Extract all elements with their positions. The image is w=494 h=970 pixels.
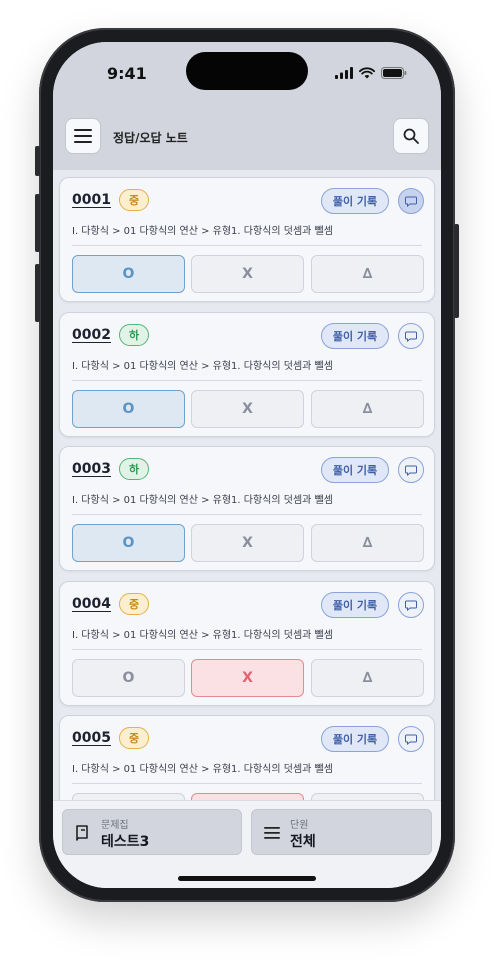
- option-wrong[interactable]: X: [191, 255, 304, 293]
- menu-button[interactable]: [65, 118, 101, 154]
- unit-label: 단원: [290, 820, 309, 831]
- chat-bubble-icon: [405, 600, 417, 611]
- option-partial[interactable]: ∆: [311, 255, 424, 293]
- power-button: [454, 224, 459, 318]
- option-wrong[interactable]: X: [191, 659, 304, 697]
- difficulty-badge: 중: [119, 727, 149, 749]
- app-header: 정답/오답 노트: [53, 112, 441, 170]
- option-wrong[interactable]: X: [191, 524, 304, 562]
- difficulty-badge: 하: [119, 324, 149, 346]
- unit-path: I. 다항식 > 01 다항식의 연산 > 유형1. 다항식의 덧셈과 뺄셈: [72, 361, 333, 372]
- chat-bubble-icon: [405, 734, 417, 745]
- option-wrong[interactable]: X: [191, 390, 304, 428]
- option-correct[interactable]: O: [72, 793, 185, 800]
- unit-selector[interactable]: 단원 전체: [251, 809, 432, 855]
- answer-options: O X ∆: [72, 793, 424, 800]
- answer-options: O X ∆: [72, 659, 424, 697]
- battery-icon: [381, 67, 407, 79]
- page-title: 정답/오답 노트: [113, 131, 188, 145]
- volume-up-button: [35, 194, 40, 252]
- record-button[interactable]: 풀이 기록: [321, 592, 389, 618]
- status-time: 9:41: [107, 64, 147, 83]
- dynamic-island: [186, 52, 308, 90]
- option-partial[interactable]: ∆: [311, 659, 424, 697]
- status-icons: [335, 67, 407, 79]
- question-number[interactable]: 0001: [72, 192, 111, 208]
- home-indicator[interactable]: [178, 876, 316, 881]
- workbook-selector[interactable]: 문제집 테스트3: [62, 809, 242, 855]
- workbook-label: 문제집: [101, 820, 129, 831]
- note-card: 0001 중 풀이 기록 I. 다항식 > 01 다항식의 연산 > 유형1. …: [59, 177, 435, 302]
- answer-options: O X ∆: [72, 524, 424, 562]
- phone-frame: 9:41 정답/오답 노트 0001 중 풀이 기록 I. 다항식 > 01 다…: [35, 28, 459, 902]
- question-number[interactable]: 0003: [72, 461, 111, 477]
- unit-path: I. 다항식 > 01 다항식의 연산 > 유형1. 다항식의 덧셈과 뺄셈: [72, 630, 333, 641]
- book-icon: [76, 825, 88, 841]
- signal-icon: [335, 67, 353, 79]
- divider: [72, 514, 422, 515]
- bottom-filter-bar: 문제집 테스트3 단원 전체: [53, 800, 441, 888]
- question-number[interactable]: 0002: [72, 327, 111, 343]
- difficulty-badge: 중: [119, 593, 149, 615]
- note-card: 0005 중 풀이 기록 I. 다항식 > 01 다항식의 연산 > 유형1. …: [59, 715, 435, 800]
- wifi-icon: [359, 67, 375, 79]
- divider: [72, 380, 422, 381]
- divider: [72, 245, 422, 246]
- record-button[interactable]: 풀이 기록: [321, 188, 389, 214]
- search-button[interactable]: [393, 118, 429, 154]
- question-number[interactable]: 0004: [72, 596, 111, 612]
- memo-button[interactable]: [398, 188, 424, 214]
- search-icon: [403, 128, 419, 144]
- memo-button[interactable]: [398, 323, 424, 349]
- record-button[interactable]: 풀이 기록: [321, 457, 389, 483]
- difficulty-badge: 하: [119, 458, 149, 480]
- option-partial[interactable]: ∆: [311, 793, 424, 800]
- unit-path: I. 다항식 > 01 다항식의 연산 > 유형1. 다항식의 덧셈과 뺄셈: [72, 226, 333, 237]
- note-card: 0004 중 풀이 기록 I. 다항식 > 01 다항식의 연산 > 유형1. …: [59, 581, 435, 706]
- note-list[interactable]: 0001 중 풀이 기록 I. 다항식 > 01 다항식의 연산 > 유형1. …: [53, 170, 441, 800]
- question-number[interactable]: 0005: [72, 730, 111, 746]
- screen: 9:41 정답/오답 노트 0001 중 풀이 기록 I. 다항식 > 01 다…: [53, 42, 441, 888]
- side-button: [35, 146, 40, 176]
- option-wrong[interactable]: X: [191, 793, 304, 800]
- option-partial[interactable]: ∆: [311, 524, 424, 562]
- volume-down-button: [35, 264, 40, 322]
- memo-button[interactable]: [398, 726, 424, 752]
- record-button[interactable]: 풀이 기록: [321, 323, 389, 349]
- note-card: 0003 하 풀이 기록 I. 다항식 > 01 다항식의 연산 > 유형1. …: [59, 446, 435, 571]
- status-bar: 9:41: [53, 42, 441, 112]
- note-card: 0002 하 풀이 기록 I. 다항식 > 01 다항식의 연산 > 유형1. …: [59, 312, 435, 437]
- workbook-value: 테스트3: [101, 834, 150, 850]
- option-correct[interactable]: O: [72, 659, 185, 697]
- divider: [72, 783, 422, 784]
- option-correct[interactable]: O: [72, 524, 185, 562]
- option-partial[interactable]: ∆: [311, 390, 424, 428]
- unit-value: 전체: [290, 834, 316, 850]
- chat-bubble-icon: [405, 196, 417, 207]
- difficulty-badge: 중: [119, 189, 149, 211]
- memo-button[interactable]: [398, 592, 424, 618]
- answer-options: O X ∆: [72, 390, 424, 428]
- chat-bubble-icon: [405, 465, 417, 476]
- unit-path: I. 다항식 > 01 다항식의 연산 > 유형1. 다항식의 덧셈과 뺄셈: [72, 764, 333, 775]
- list-icon: [264, 827, 280, 839]
- option-correct[interactable]: O: [72, 390, 185, 428]
- unit-path: I. 다항식 > 01 다항식의 연산 > 유형1. 다항식의 덧셈과 뺄셈: [72, 495, 333, 506]
- memo-button[interactable]: [398, 457, 424, 483]
- record-button[interactable]: 풀이 기록: [321, 726, 389, 752]
- chat-bubble-icon: [405, 331, 417, 342]
- option-correct[interactable]: O: [72, 255, 185, 293]
- answer-options: O X ∆: [72, 255, 424, 293]
- hamburger-icon: [74, 129, 92, 143]
- divider: [72, 649, 422, 650]
